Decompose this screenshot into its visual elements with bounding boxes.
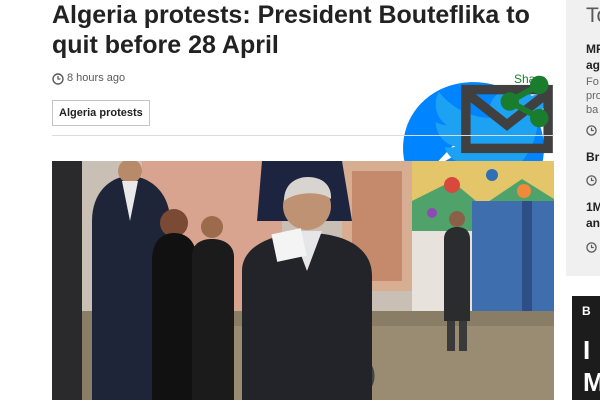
divider [52,135,554,136]
advertisement[interactable]: B I M [572,296,600,400]
sidebar-story-summary: Fo [586,76,599,88]
sidebar-heading: To [586,4,600,27]
clock-icon [52,73,64,85]
sidebar-story-title[interactable]: ag [586,58,600,72]
sidebar-top-stories: To MP ag Fo pro ba Br 1M an [566,0,600,276]
sidebar-story-title[interactable]: Br [586,150,599,164]
article-photo-image [52,161,554,400]
sidebar-story-summary: pro [586,90,600,102]
clock-icon [586,242,597,253]
sidebar-story-title[interactable]: MP [586,42,600,56]
ad-text: M [583,367,600,397]
topic-tag[interactable]: Algeria protests [52,100,150,126]
sidebar-story-title[interactable]: an [586,216,600,230]
ad-text: I [583,335,591,365]
sidebar-story-summary: ba [586,104,599,116]
sidebar-story-title[interactable]: 1M [586,200,600,214]
article-headline: Algeria protests: President Bouteflika t… [52,1,530,59]
article-meta: 8 hours ago Share [52,71,554,266]
share-button[interactable]: Share [514,72,546,86]
clock-icon [586,125,597,136]
ad-logo: B [582,304,591,318]
timestamp: 8 hours ago [67,72,126,84]
article-photo [52,161,554,400]
clock-icon [586,175,597,186]
